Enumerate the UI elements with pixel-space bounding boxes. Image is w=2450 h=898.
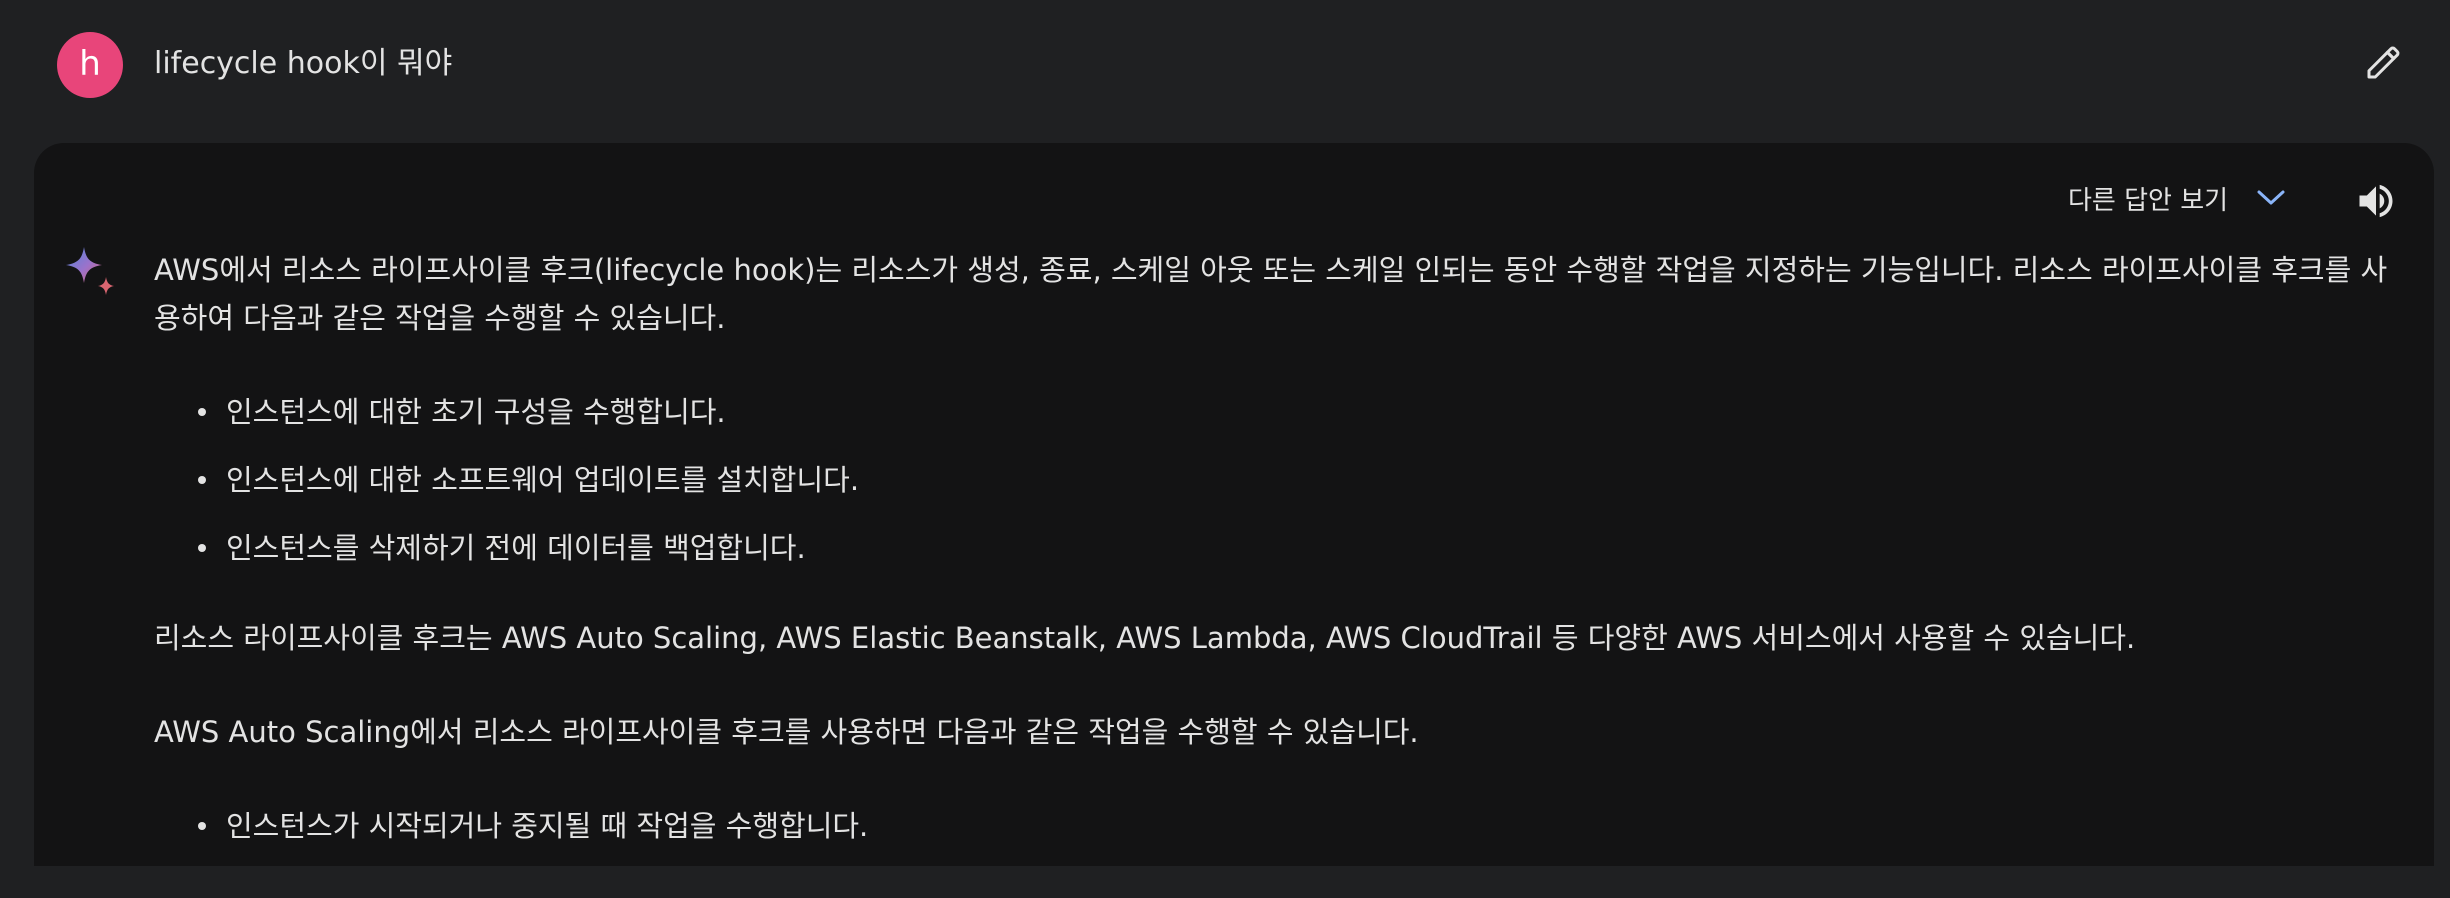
user-prompt-row: h lifecycle hook이 뭐야 <box>0 0 2450 130</box>
list-item: 인스턴스에 대한 초기 구성을 수행합니다. <box>198 388 2394 436</box>
user-prompt-text: lifecycle hook이 뭐야 <box>154 46 453 81</box>
list-item: 인스턴스가 시작되거나 중지될 때 작업을 수행합니다. <box>198 802 2394 850</box>
edit-prompt-button[interactable] <box>2362 40 2406 84</box>
use-case-list: 인스턴스에 대한 초기 구성을 수행합니다. 인스턴스에 대한 소프트웨어 업데… <box>154 388 2394 572</box>
pencil-icon <box>2367 46 2400 79</box>
show-drafts-label: 다른 답안 보기 <box>2068 185 2229 216</box>
chevron-down-icon <box>2257 190 2285 205</box>
response-card: 다른 답안 보기 AWS에서 리소스 라이프사이클 후크(lifecycle h… <box>34 143 2434 898</box>
sparkle-icon <box>66 247 114 295</box>
avatar: h <box>57 32 123 98</box>
show-drafts-button[interactable]: 다른 답안 보기 <box>2068 173 2286 223</box>
services-paragraph: 리소스 라이프사이클 후크는 AWS Auto Scaling, AWS Ela… <box>154 621 2136 655</box>
bottom-strip <box>0 866 2450 898</box>
volume-icon <box>2359 184 2393 218</box>
chat-page: h lifecycle hook이 뭐야 다른 답안 보기 AWS에서 리소스 … <box>0 0 2450 898</box>
read-aloud-button[interactable] <box>2348 173 2404 229</box>
list-item: 인스턴스를 삭제하기 전에 데이터를 백업합니다. <box>198 524 2394 572</box>
intro-paragraph: AWS에서 리소스 라이프사이클 후크(lifecycle hook)는 리소스… <box>154 253 2388 335</box>
response-text: AWS에서 리소스 라이프사이클 후크(lifecycle hook)는 리소스… <box>154 246 2394 892</box>
autoscaling-paragraph: AWS Auto Scaling에서 리소스 라이프사이클 후크를 사용하면 다… <box>154 715 1419 749</box>
list-item: 인스턴스에 대한 소프트웨어 업데이트를 설치합니다. <box>198 456 2394 504</box>
autoscaling-list: 인스턴스가 시작되거나 중지될 때 작업을 수행합니다. <box>154 802 2394 850</box>
